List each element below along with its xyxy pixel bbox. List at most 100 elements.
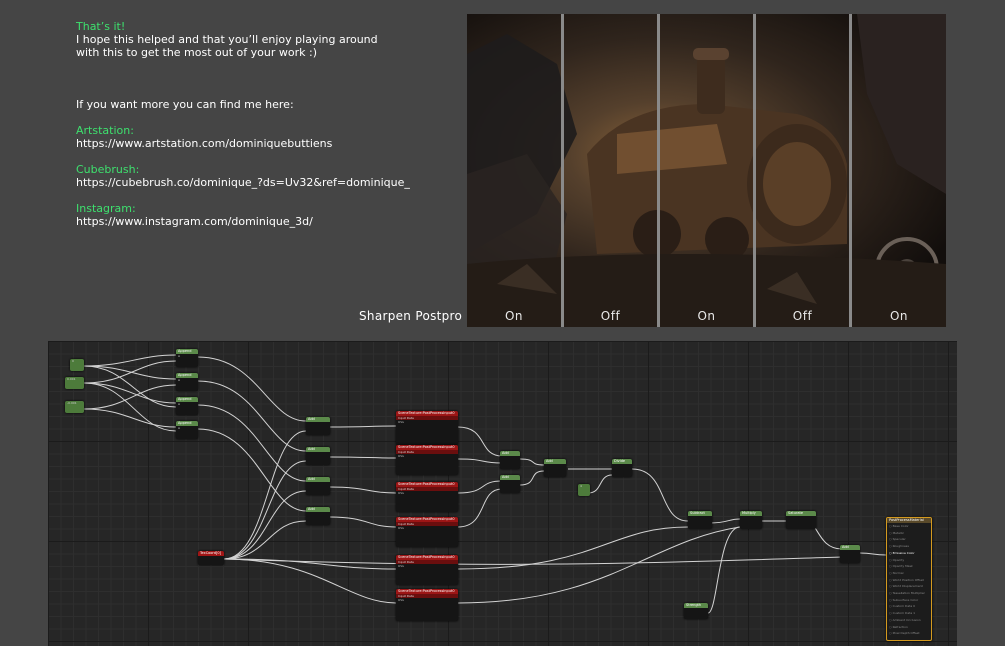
- node-title: Add: [306, 507, 330, 512]
- node-title: Add: [306, 417, 330, 422]
- add-node[interactable]: Add: [500, 451, 520, 469]
- post-process-output-node[interactable]: PostProcessMaterial ○ Base Color ○ Metall…: [886, 517, 932, 641]
- artstation-label: Artstation:: [76, 124, 134, 137]
- output-pin[interactable]: ○ Opacity Mask: [887, 563, 931, 570]
- scene-texture-node[interactable]: SceneTexture:PostProcessInput0 Input Dat…: [396, 482, 458, 512]
- divide-node[interactable]: Divide: [612, 459, 632, 477]
- node-pin: UVs: [398, 598, 404, 602]
- constant-node[interactable]: 0: [70, 359, 84, 371]
- instagram-label: Instagram:: [76, 202, 136, 215]
- output-pin[interactable]: ○ Emissive Color: [887, 550, 931, 557]
- node-pin: UVs: [398, 454, 404, 458]
- node-title: Add: [500, 475, 520, 480]
- strength-parameter-node[interactable]: Strength: [684, 603, 708, 619]
- panel-label-1: On: [504, 309, 524, 323]
- panel-label-4: Off: [792, 309, 813, 323]
- artstation-link[interactable]: https://www.artstation.com/dominiquebutt…: [76, 137, 410, 150]
- scene-texture-node[interactable]: SceneTexture:PostProcessInput0 Input Dat…: [396, 445, 458, 475]
- intro-line-2: with this to get the most out of your wo…: [76, 46, 317, 59]
- append-node[interactable]: Append A: [176, 397, 198, 415]
- output-pin[interactable]: ○ Base Color: [887, 523, 931, 530]
- comparison-panel-5: On: [852, 14, 946, 327]
- train-scene-image: [660, 14, 753, 327]
- heading-thats-it: That’s it!: [76, 20, 126, 33]
- node-pin: UVs: [398, 564, 404, 568]
- scene-texture-node[interactable]: SceneTexture:PostProcessInput0 Input Dat…: [396, 411, 458, 445]
- node-title: Strength: [684, 603, 708, 608]
- output-pin[interactable]: ○ Custom Data 0: [887, 603, 931, 610]
- node-title: Add: [840, 545, 860, 550]
- comparison-panel-1: On: [467, 14, 561, 327]
- subtract-node[interactable]: Subtract: [688, 511, 712, 529]
- append-node[interactable]: Append A: [176, 349, 198, 367]
- comparison-panel-2: Off: [564, 14, 657, 327]
- output-pin[interactable]: ○ Roughness: [887, 543, 931, 550]
- intro-line-1: I hope this helped and that you’ll enjoy…: [76, 33, 378, 46]
- train-scene-image: [564, 14, 657, 327]
- train-scene-image: [467, 14, 561, 327]
- scene-texture-node[interactable]: SceneTexture:PostProcessInput0 Input Dat…: [396, 589, 458, 621]
- panel-divider: [753, 14, 756, 327]
- multiply-node[interactable]: Multiply: [740, 511, 762, 529]
- output-pin-list: ○ Base Color ○ Metallic ○ Specular ○ Roughn…: [887, 523, 931, 637]
- node-pin: A: [178, 378, 181, 382]
- node-pin: A: [178, 402, 181, 406]
- comparison-panel-4: Off: [756, 14, 849, 327]
- panel-divider: [849, 14, 852, 327]
- panel-label-2: Off: [600, 309, 621, 323]
- output-pin[interactable]: ○ Specular: [887, 536, 931, 543]
- node-title: Add: [306, 447, 330, 452]
- constant-value: -0.001: [67, 401, 77, 405]
- train-scene-image: [756, 14, 849, 327]
- add-node[interactable]: Add: [306, 477, 330, 495]
- node-pin: UVs: [398, 420, 404, 424]
- add-node[interactable]: Add: [840, 545, 860, 563]
- scene-texture-node[interactable]: SceneTexture:PostProcessInput0 Input Dat…: [396, 555, 458, 585]
- scene-texture-node[interactable]: SceneTexture:PostProcessInput0 Input Dat…: [396, 517, 458, 547]
- output-pin[interactable]: ○ Normal: [887, 570, 931, 577]
- info-text-block: That’s it! I hope this helped and that y…: [76, 20, 410, 228]
- output-pin[interactable]: ○ Metallic: [887, 530, 931, 537]
- panel-label-5: On: [889, 309, 909, 323]
- find-me-text: If you want more you can find me here:: [76, 98, 294, 111]
- node-pin: UVs: [398, 526, 404, 530]
- comparison-image: On Off On Off On: [467, 14, 946, 327]
- saturate-node[interactable]: Saturate: [786, 511, 816, 529]
- output-pin[interactable]: ○ Tessellation Multiplier: [887, 590, 931, 597]
- node-title: Multiply: [740, 511, 762, 516]
- panel-divider: [561, 14, 564, 327]
- append-node[interactable]: Append A: [176, 373, 198, 391]
- comparison-panel-3: On: [660, 14, 753, 327]
- add-node[interactable]: Add: [306, 447, 330, 465]
- add-node[interactable]: Add: [544, 459, 566, 477]
- output-pin[interactable]: ○ World Displacement: [887, 583, 931, 590]
- output-pin[interactable]: ○ Custom Data 1: [887, 610, 931, 617]
- add-node[interactable]: Add: [306, 507, 330, 525]
- node-pin: A: [178, 426, 181, 430]
- instagram-link[interactable]: https://www.instagram.com/dominique_3d/: [76, 215, 410, 228]
- output-pin[interactable]: ○ Subsurface Color: [887, 597, 931, 604]
- panel-divider: [657, 14, 660, 327]
- output-pin[interactable]: ○ World Position Offset: [887, 577, 931, 584]
- constant-value: 4: [580, 484, 582, 488]
- texcoord-node[interactable]: TexCoord[0]: [198, 551, 224, 565]
- add-node[interactable]: Add: [306, 417, 330, 435]
- cubebrush-label: Cubebrush:: [76, 163, 140, 176]
- node-title: Divide: [612, 459, 632, 464]
- output-pin[interactable]: ○ Ambient Occlusion: [887, 617, 931, 624]
- constant-node[interactable]: -0.001: [65, 401, 84, 413]
- node-pin: UVs: [398, 491, 404, 495]
- node-title: TexCoord[0]: [198, 551, 224, 556]
- node-title: Subtract: [688, 511, 712, 516]
- output-pin[interactable]: ○ Refraction: [887, 624, 931, 631]
- output-pin[interactable]: ○ Opacity: [887, 557, 931, 564]
- add-node[interactable]: Add: [500, 475, 520, 493]
- append-node[interactable]: Append A: [176, 421, 198, 439]
- constant-node[interactable]: 4: [578, 484, 590, 496]
- train-scene-image: [852, 14, 946, 327]
- cubebrush-link[interactable]: https://cubebrush.co/dominique_?ds=Uv32&…: [76, 176, 410, 189]
- output-pin[interactable]: ○ Pixel Depth Offset: [887, 630, 931, 637]
- panel-label-3: On: [697, 309, 716, 323]
- material-node-graph[interactable]: 0 0.001 -0.001 Append A Append A Append …: [48, 341, 957, 646]
- constant-node[interactable]: 0.001: [65, 377, 84, 389]
